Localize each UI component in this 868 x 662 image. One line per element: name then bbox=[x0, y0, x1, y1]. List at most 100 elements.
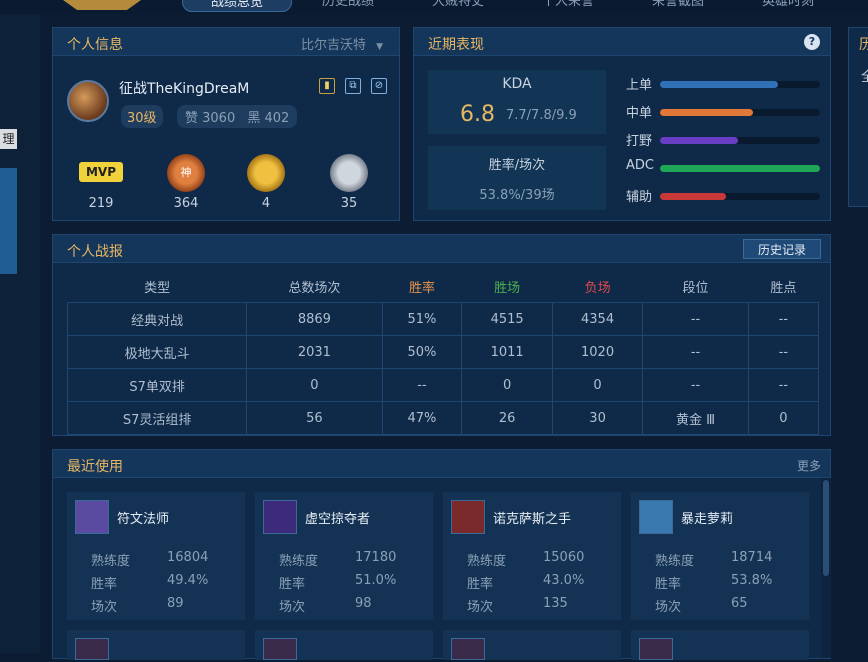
table-cell: 0 bbox=[246, 368, 383, 402]
tab-overview[interactable]: 战绩总览 bbox=[182, 0, 292, 12]
hero-stat-value: 18714 bbox=[731, 550, 773, 565]
hero-stat-value: 98 bbox=[355, 596, 372, 611]
summoner-name: 征战TheKingDreaM bbox=[119, 81, 250, 97]
likes-badge: 赞 3060 黑 402 bbox=[177, 105, 298, 128]
hero-card[interactable]: 虚空掠夺者 熟练度 17180 胜率 51.0% 场次 98 bbox=[255, 492, 433, 620]
more-link[interactable]: 更多 bbox=[797, 457, 821, 474]
mvp-icon: MVP bbox=[79, 162, 123, 182]
lane-bar-track bbox=[660, 109, 820, 116]
hero-stat-label: 胜率 bbox=[655, 577, 682, 592]
recent-used-title: 最近使用 bbox=[67, 459, 123, 475]
hero-avatar bbox=[263, 638, 297, 660]
left-sidebar bbox=[0, 14, 40, 653]
lane-bar-fill bbox=[660, 137, 739, 144]
hero-stat-value: 53.8% bbox=[731, 573, 773, 588]
hero-stat-value: 17180 bbox=[355, 550, 397, 565]
hero-stat-value: 65 bbox=[731, 596, 748, 611]
left-nav-label[interactable]: 理 bbox=[0, 129, 17, 149]
report-table: 类型 总数场次 胜率 胜场 负场 段位 胜点 经典对战 8869 51% 4515 4354 -- --… bbox=[66, 270, 820, 435]
winrate-value: 53.8%/39场 bbox=[479, 188, 555, 203]
recent-header: 近期表现 ? bbox=[414, 28, 830, 56]
lane-name: 辅助 bbox=[626, 190, 653, 205]
recent-used-header: 最近使用 更多 bbox=[53, 450, 830, 478]
lane-distribution: 上单中单打野 ADC 辅助 bbox=[626, 74, 822, 214]
hero-card[interactable]: 符文法师 熟练度 16804 胜率 49.4% 场次 89 bbox=[67, 492, 245, 620]
tab-moments[interactable]: 英雄时刻 bbox=[740, 0, 836, 12]
hero-card[interactable]: 诺克萨斯之手 熟练度 15060 胜率 43.0% 场次 135 bbox=[443, 492, 621, 620]
kda-label: KDA bbox=[502, 76, 532, 92]
lane-row-2: 打野 bbox=[626, 130, 822, 150]
help-icon[interactable]: ? bbox=[804, 34, 820, 50]
tab-screenshots[interactable]: 荣誉截图 bbox=[630, 0, 726, 12]
hero-stat-label: 场次 bbox=[655, 600, 682, 615]
winrate-label: 胜率/场次 bbox=[488, 158, 546, 173]
table-cell: 2031 bbox=[246, 335, 383, 369]
lane-bar-track bbox=[660, 137, 820, 144]
lane-bar-track bbox=[660, 165, 820, 172]
hero-stat-value: 16804 bbox=[167, 550, 209, 565]
hero-card-partial[interactable] bbox=[631, 630, 809, 660]
report-col-header: 胜场 bbox=[494, 280, 521, 296]
kda-detail: 7.7/7.8/9.9 bbox=[506, 108, 577, 123]
tab-personal[interactable]: 个人荣誉 bbox=[520, 0, 616, 12]
lane-bar-fill bbox=[660, 193, 726, 200]
level-badge: 30级 bbox=[121, 105, 163, 128]
hero-name: 虚空掠夺者 bbox=[305, 512, 371, 527]
scrollbar-track[interactable] bbox=[821, 478, 831, 658]
report-col-header: 段位 bbox=[682, 280, 709, 296]
hero-stat-value: 43.0% bbox=[543, 573, 585, 588]
hero-card-partial[interactable] bbox=[255, 630, 433, 660]
hero-avatar bbox=[451, 638, 485, 660]
report-col-header: 负场 bbox=[584, 280, 611, 296]
hero-avatar bbox=[75, 638, 109, 660]
kda-value: 6.8 bbox=[460, 102, 495, 127]
hero-card-list: 符文法师 熟练度 16804 胜率 49.4% 场次 89 虚空掠夺者 熟练度 17180 胜率 51… bbox=[67, 492, 809, 662]
hero-card-partial[interactable] bbox=[443, 630, 621, 660]
hero-name: 符文法师 bbox=[117, 512, 170, 527]
lane-row-4: 辅助 bbox=[626, 186, 822, 206]
lane-name: 上单 bbox=[626, 78, 653, 93]
kda-box: KDA 6.8 7.7/7.8/9.9 bbox=[428, 70, 606, 134]
copy-icon[interactable]: ⧉ bbox=[345, 78, 361, 94]
scrollbar-thumb[interactable] bbox=[823, 480, 829, 576]
hero-stat-label: 熟练度 bbox=[655, 554, 695, 569]
right-panel-title: 历 bbox=[859, 37, 868, 53]
lane-row-3: ADC bbox=[626, 158, 822, 178]
likes-count: 赞 3060 bbox=[185, 111, 236, 126]
table-cell: 0 bbox=[461, 368, 553, 402]
lane-bar-fill bbox=[660, 109, 753, 116]
history-record-button[interactable]: 历史记录 bbox=[743, 239, 821, 259]
report-panel: 个人战报 历史记录 类型 总数场次 胜率 胜场 负场 段位 胜点 经典对战 8869 51% 45… bbox=[52, 234, 831, 436]
hero-avatar bbox=[263, 500, 297, 534]
lane-bar-track bbox=[660, 193, 820, 200]
table-cell: 50% bbox=[381, 335, 463, 369]
left-nav-active-item[interactable] bbox=[0, 168, 17, 274]
table-cell: -- bbox=[642, 368, 749, 402]
table-cell: -- bbox=[747, 335, 820, 369]
table-cell: 8869 bbox=[246, 302, 383, 336]
table-cell: 1020 bbox=[551, 335, 644, 369]
recent-panel: 近期表现 ? KDA 6.8 7.7/7.8/9.9 胜率/场次 53.8%/3… bbox=[413, 27, 831, 221]
tab-history[interactable]: 历史战绩 bbox=[300, 0, 396, 12]
lane-name: ADC bbox=[626, 158, 654, 173]
table-row: 经典对战 8869 51% 4515 4354 -- -- bbox=[66, 302, 820, 336]
rank-icon[interactable]: ▮ bbox=[319, 78, 335, 94]
server-selector[interactable]: 比尔吉沃特 ▼ bbox=[301, 34, 383, 53]
tab-honors[interactable]: 大贼特丈 bbox=[410, 0, 506, 12]
hero-card[interactable]: 暴走萝莉 熟练度 18714 胜率 53.8% 场次 65 bbox=[631, 492, 809, 620]
table-cell: 51% bbox=[381, 302, 463, 336]
table-row: S7单双排 0 -- 0 0 -- -- bbox=[66, 368, 820, 402]
table-cell: 极地大乱斗 bbox=[66, 335, 248, 369]
hero-stat-label: 胜率 bbox=[279, 577, 306, 592]
hero-stat-value: 49.4% bbox=[167, 573, 209, 588]
hero-stat-label: 场次 bbox=[91, 600, 118, 615]
block-icon[interactable]: ⊘ bbox=[371, 78, 387, 94]
hero-card-partial[interactable] bbox=[67, 630, 245, 660]
hero-stat-value: 15060 bbox=[543, 550, 585, 565]
hero-avatar bbox=[639, 638, 673, 660]
hero-stat-label: 场次 bbox=[279, 600, 306, 615]
avatar[interactable] bbox=[67, 80, 109, 122]
hero-stat-label: 熟练度 bbox=[467, 554, 507, 569]
hero-stat-value: 89 bbox=[167, 596, 184, 611]
lane-row-1: 中单 bbox=[626, 102, 822, 122]
